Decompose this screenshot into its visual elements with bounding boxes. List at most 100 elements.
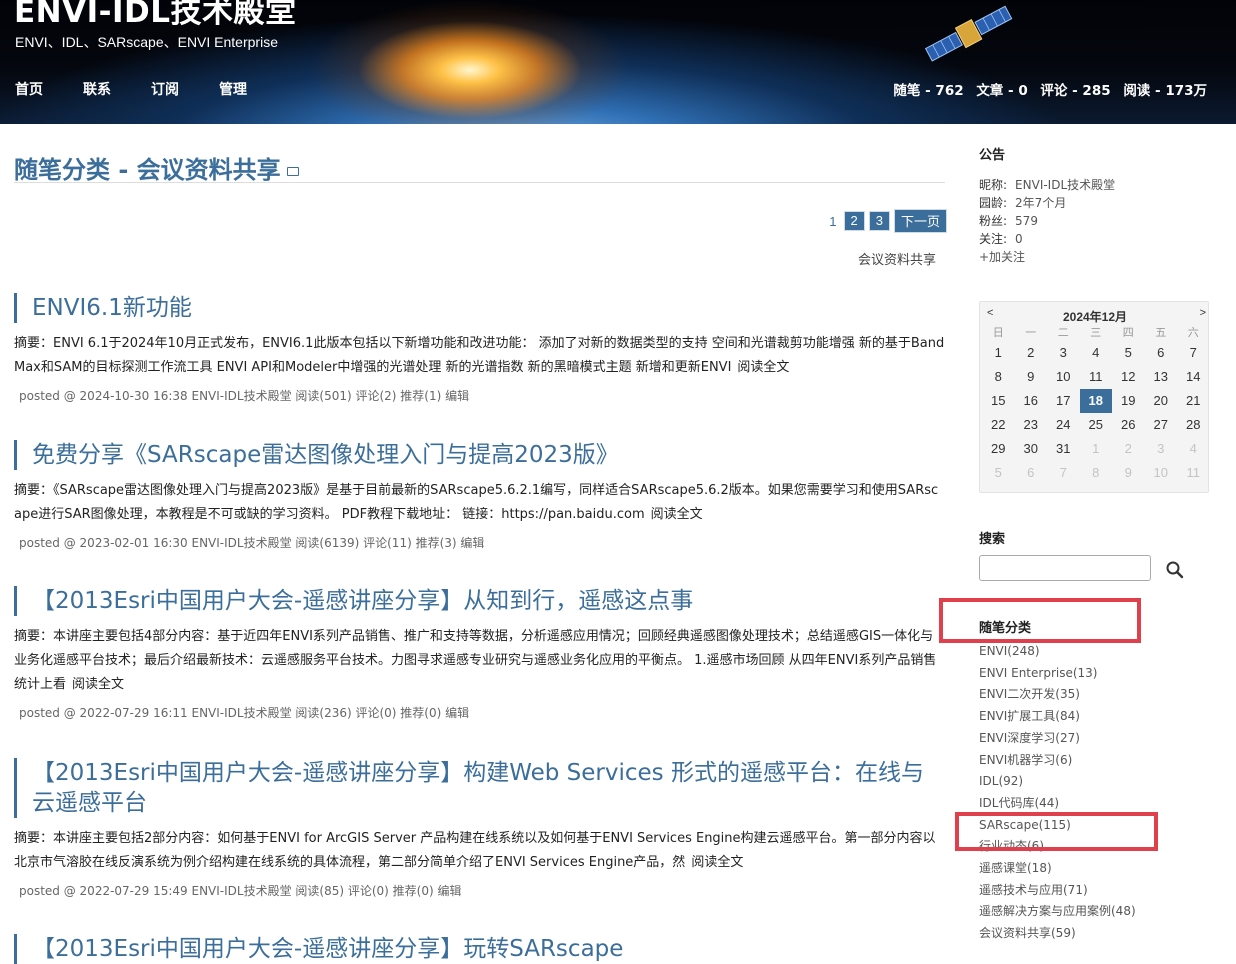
profile-fans-link[interactable]: 579 bbox=[1015, 214, 1038, 228]
calendar-day[interactable]: 9 bbox=[1112, 461, 1145, 485]
post-item: 【2013Esri中国用户大会-遥感讲座分享】玩转SARscape bbox=[14, 934, 946, 964]
blog-stats: 随笔 - 762 文章 - 0 评论 - 285 阅读 - 173万 bbox=[885, 79, 1207, 99]
category-item[interactable]: ENVI机器学习(6) bbox=[979, 750, 1136, 772]
search-icon[interactable] bbox=[1165, 560, 1185, 580]
calendar-day[interactable]: 6 bbox=[1145, 341, 1178, 365]
add-follow-link[interactable]: +加关注 bbox=[979, 250, 1025, 264]
read-more-link[interactable]: 阅读全文 bbox=[691, 855, 743, 870]
calendar-day[interactable]: 12 bbox=[1112, 365, 1145, 389]
calendar-day[interactable]: 23 bbox=[1015, 413, 1048, 437]
read-more-link[interactable]: 阅读全文 bbox=[72, 677, 124, 692]
calendar-day[interactable]: 27 bbox=[1145, 413, 1178, 437]
calendar-day[interactable]: 11 bbox=[1177, 461, 1210, 485]
calendar-header: < 2024年12月 > bbox=[980, 307, 1210, 324]
calendar-day[interactable]: 8 bbox=[982, 365, 1015, 389]
pager: 1 2 3 下一页 bbox=[829, 210, 946, 232]
calendar-day[interactable]: 11 bbox=[1080, 365, 1113, 389]
calendar-day[interactable]: 22 bbox=[982, 413, 1015, 437]
nav-manage[interactable]: 管理 bbox=[219, 79, 247, 99]
calendar-day[interactable]: 5 bbox=[982, 461, 1015, 485]
category-item[interactable]: ENVI(248) bbox=[979, 641, 1136, 663]
post-summary: 摘要：ENVI 6.1于2024年10月正式发布，ENVI6.1此版本包括以下新… bbox=[14, 332, 946, 380]
calendar-day[interactable]: 4 bbox=[1177, 437, 1210, 461]
edit-link[interactable]: 编辑 bbox=[445, 706, 469, 720]
calendar: < 2024年12月 > 日一二三四五六 1 2 3 4 5 6 7 8 9 10 11 12 13 14 1… bbox=[979, 301, 1209, 493]
calendar-day[interactable]: 14 bbox=[1177, 365, 1210, 389]
calendar-day[interactable]: 31 bbox=[1047, 437, 1080, 461]
calendar-day[interactable]: 2 bbox=[1112, 437, 1145, 461]
pager-page-3[interactable]: 3 bbox=[869, 212, 889, 230]
post-title[interactable]: 【2013Esri中国用户大会-遥感讲座分享】从知到行，遥感这点事 bbox=[14, 586, 946, 616]
blog-header: ENVI-IDL技术殿堂 ENVI、IDL、SARscape、ENVI Ente… bbox=[0, 0, 1236, 124]
calendar-day[interactable]: 4 bbox=[1080, 341, 1113, 365]
post-meta: posted @ 2022-07-29 16:11 ENVI-IDL技术殿堂 阅… bbox=[14, 704, 946, 721]
calendar-day[interactable]: 24 bbox=[1047, 413, 1080, 437]
nav-contact[interactable]: 联系 bbox=[83, 79, 111, 99]
profile-fans: 粉丝: 579 bbox=[979, 212, 1115, 230]
post-item: 【2013Esri中国用户大会-遥感讲座分享】构建Web Services 形式… bbox=[14, 758, 946, 899]
profile-nickname-label: 昵称: bbox=[979, 178, 1008, 192]
calendar-day[interactable]: 21 bbox=[1177, 389, 1210, 413]
category-item[interactable]: IDL(92) bbox=[979, 771, 1136, 793]
calendar-day[interactable]: 15 bbox=[982, 389, 1015, 413]
category-item[interactable]: 会议资料共享(59) bbox=[979, 923, 1136, 945]
category-item[interactable]: 遥感技术与应用(71) bbox=[979, 880, 1136, 902]
calendar-day[interactable]: 6 bbox=[1015, 461, 1048, 485]
calendar-day[interactable]: 5 bbox=[1112, 341, 1145, 365]
search-input[interactable] bbox=[979, 555, 1151, 581]
blog-title[interactable]: ENVI-IDL技术殿堂 bbox=[14, 0, 297, 31]
pager-page-2[interactable]: 2 bbox=[844, 212, 864, 230]
category-item[interactable]: 遥感解决方案与应用案例(48) bbox=[979, 901, 1136, 923]
calendar-day[interactable]: 7 bbox=[1047, 461, 1080, 485]
post-meta: posted @ 2024-10-30 16:38 ENVI-IDL技术殿堂 阅… bbox=[14, 387, 946, 404]
calendar-day[interactable]: 17 bbox=[1047, 389, 1080, 413]
calendar-day[interactable]: 13 bbox=[1145, 365, 1178, 389]
calendar-day[interactable]: 8 bbox=[1080, 461, 1113, 485]
post-title[interactable]: 【2013Esri中国用户大会-遥感讲座分享】构建Web Services 形式… bbox=[14, 758, 946, 818]
calendar-day[interactable]: 9 bbox=[1015, 365, 1048, 389]
post-title[interactable]: 免费分享《SARscape雷达图像处理入门与提高2023版》 bbox=[14, 440, 946, 470]
category-item[interactable]: ENVI深度学习(27) bbox=[979, 728, 1136, 750]
pager-next[interactable]: 下一页 bbox=[894, 210, 946, 232]
read-more-link[interactable]: 阅读全文 bbox=[651, 507, 703, 522]
calendar-day[interactable]: 1 bbox=[1080, 437, 1113, 461]
calendar-day[interactable]: 2 bbox=[1015, 341, 1048, 365]
category-item[interactable]: 遥感课堂(18) bbox=[979, 858, 1136, 880]
category-item[interactable]: ENVI扩展工具(84) bbox=[979, 706, 1136, 728]
edit-link[interactable]: 编辑 bbox=[460, 536, 484, 550]
post-summary-text: 摘要：本讲座主要包括2部分内容：如何基于ENVI for ArcGIS Serv… bbox=[14, 831, 936, 870]
calendar-day[interactable]: 18 bbox=[1079, 389, 1112, 413]
calendar-day[interactable]: 20 bbox=[1145, 389, 1178, 413]
calendar-day[interactable]: 25 bbox=[1080, 413, 1113, 437]
post-title[interactable]: 【2013Esri中国用户大会-遥感讲座分享】玩转SARscape bbox=[14, 934, 946, 964]
calendar-day[interactable]: 10 bbox=[1047, 365, 1080, 389]
profile-nickname-link[interactable]: ENVI-IDL技术殿堂 bbox=[1015, 178, 1115, 192]
nav-home[interactable]: 首页 bbox=[15, 79, 43, 99]
read-more-link[interactable]: 阅读全文 bbox=[737, 360, 789, 375]
stat-comments: 评论 - 285 bbox=[1040, 83, 1111, 99]
calendar-day[interactable]: 26 bbox=[1112, 413, 1145, 437]
category-list: ENVI(248) ENVI Enterprise(13) ENVI二次开发(3… bbox=[979, 641, 1136, 945]
calendar-day[interactable]: 19 bbox=[1112, 389, 1145, 413]
post-summary: 摘要：《SARscape雷达图像处理入门与提高2023版》是基于目前最新的SAR… bbox=[14, 479, 946, 527]
calendar-day[interactable]: 1 bbox=[982, 341, 1015, 365]
calendar-day[interactable]: 3 bbox=[1145, 437, 1178, 461]
category-item[interactable]: ENVI二次开发(35) bbox=[979, 684, 1136, 706]
profile-age-link[interactable]: 2年7个月 bbox=[1015, 196, 1066, 210]
calendar-day[interactable]: 10 bbox=[1145, 461, 1178, 485]
post-meta: posted @ 2023-02-01 16:30 ENVI-IDL技术殿堂 阅… bbox=[14, 534, 946, 551]
calendar-next-button[interactable]: > bbox=[1200, 307, 1206, 319]
calendar-day[interactable]: 16 bbox=[1015, 389, 1048, 413]
calendar-day[interactable]: 28 bbox=[1177, 413, 1210, 437]
calendar-day[interactable]: 29 bbox=[982, 437, 1015, 461]
calendar-day[interactable]: 3 bbox=[1047, 341, 1080, 365]
category-item[interactable]: ENVI Enterprise(13) bbox=[979, 663, 1136, 685]
post-title[interactable]: ENVI6.1新功能 bbox=[14, 293, 946, 323]
profile-follow-link[interactable]: 0 bbox=[1015, 232, 1023, 246]
nav-subscribe[interactable]: 订阅 bbox=[151, 79, 179, 99]
edit-link[interactable]: 编辑 bbox=[438, 884, 462, 898]
calendar-day[interactable]: 30 bbox=[1015, 437, 1048, 461]
calendar-day[interactable]: 7 bbox=[1177, 341, 1210, 365]
edit-link[interactable]: 编辑 bbox=[445, 389, 469, 403]
post-meta-text: posted @ 2024-10-30 16:38 ENVI-IDL技术殿堂 阅… bbox=[19, 389, 442, 403]
